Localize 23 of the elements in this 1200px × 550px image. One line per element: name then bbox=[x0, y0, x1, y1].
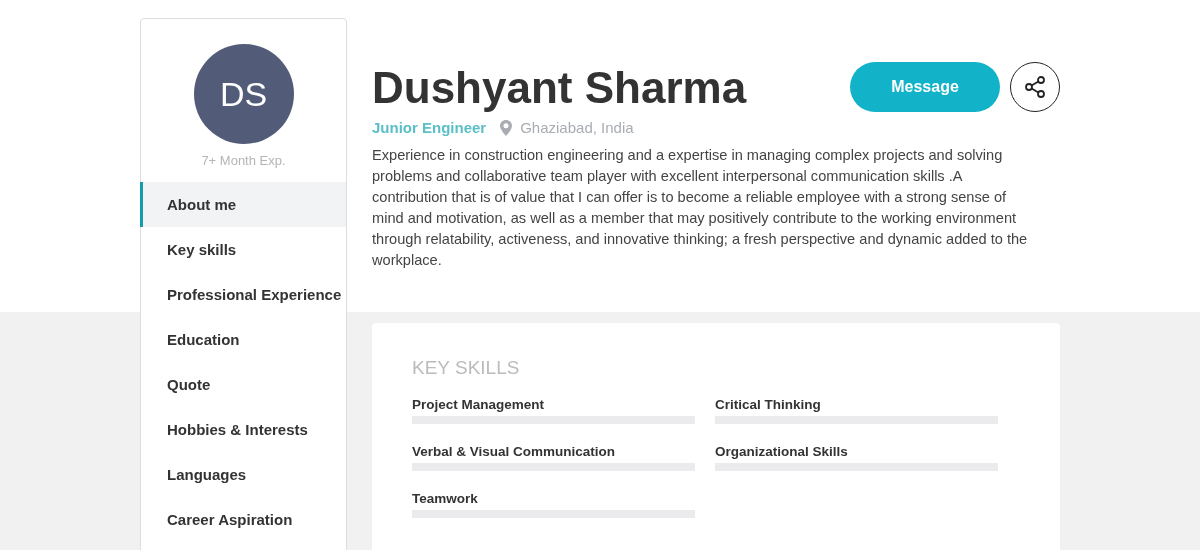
sidebar-item[interactable]: Hobbies & Interests bbox=[140, 407, 346, 452]
skill-name: Teamwork bbox=[412, 491, 479, 506]
sidebar-item[interactable]: Key skills bbox=[140, 227, 346, 272]
share-button[interactable] bbox=[1010, 62, 1060, 112]
sidebar-item[interactable]: Professional Experience bbox=[140, 272, 346, 317]
section-title: KEY SKILLS bbox=[412, 357, 521, 379]
location-pin-icon bbox=[500, 119, 513, 136]
location: Ghaziabad, India bbox=[520, 119, 634, 136]
skill-name: Critical Thinking bbox=[715, 397, 822, 412]
skill-name: Organizational Skills bbox=[715, 444, 849, 459]
skill-name: Project Management bbox=[412, 397, 546, 412]
skill-name: Verbal & Visual Communication bbox=[412, 444, 617, 459]
avatar: DS bbox=[193, 44, 294, 144]
sidebar-item[interactable]: Education bbox=[140, 317, 346, 362]
sidebar-item[interactable]: Career Aspiration bbox=[140, 497, 346, 542]
bio-paragraph: Experience in construction engineering and a expertise in managing complex projects and solving problems and collaborative team player with excellent interpersonal communication skills .A contribution that is of value that I can offer is to become a reliable employee with a strong sense of mind and motivation, as well as a member that may positively contribute to the working environment through relatability, activeness, and innovative thinking; a fresh perspective and dynamic added to the workplace. bbox=[372, 146, 1029, 270]
sidebar-item[interactable]: About me bbox=[140, 182, 346, 227]
profile-name: Dushyant Sharma bbox=[372, 62, 747, 114]
share-icon bbox=[1023, 75, 1047, 99]
experience-label: 7+ Month Exp. bbox=[200, 153, 287, 168]
sidebar-item[interactable]: Quote bbox=[140, 362, 346, 407]
sidebar-item[interactable]: Languages bbox=[140, 452, 346, 497]
job-title: Junior Engineer bbox=[372, 119, 487, 136]
